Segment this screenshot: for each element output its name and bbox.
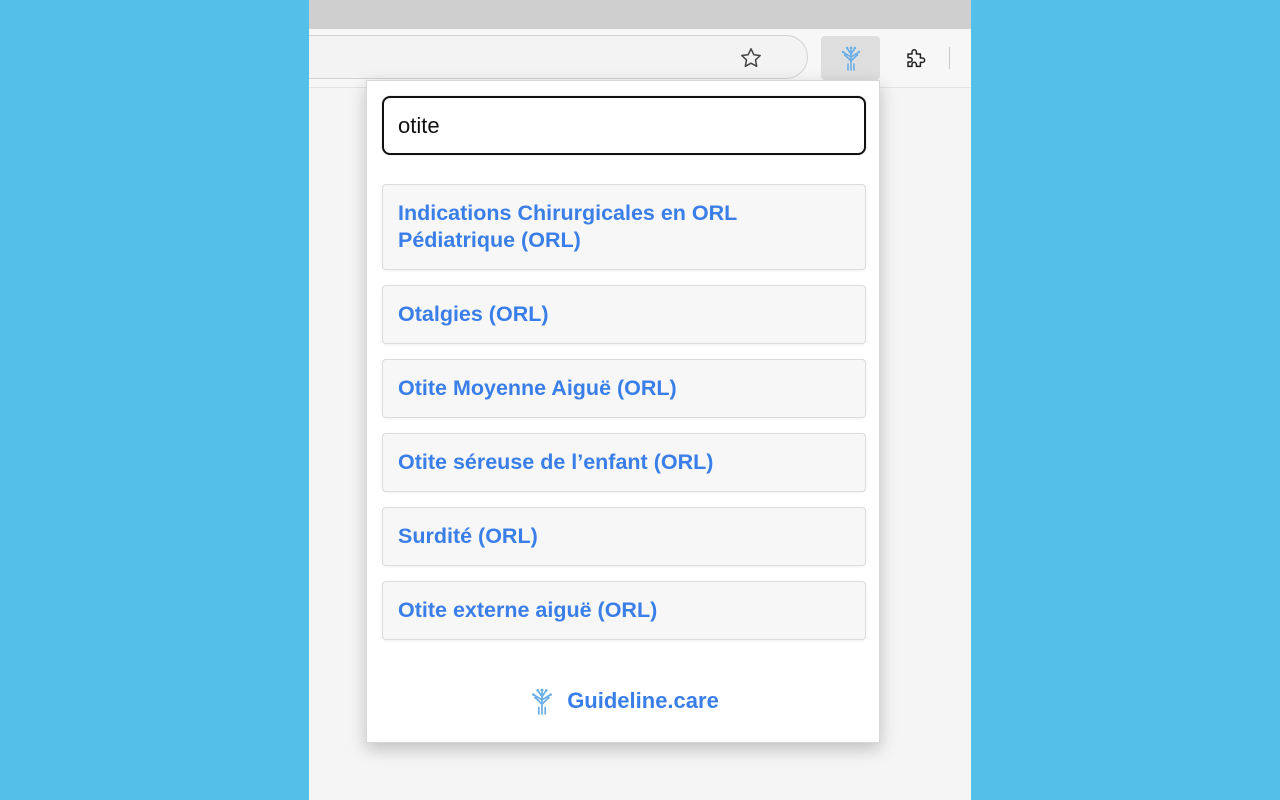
result-item[interactable]: Otite externe aiguë (ORL) [382,581,866,640]
result-item[interactable]: Otite Moyenne Aiguë (ORL) [382,359,866,418]
toolbar-divider [949,47,950,69]
result-label: Indications Chirurgicales en ORL Pédiatr… [398,201,737,252]
guideline-logo-icon [841,46,860,71]
result-item[interactable]: Surdité (ORL) [382,507,866,566]
guideline-extension-button[interactable] [821,36,880,80]
result-item[interactable]: Indications Chirurgicales en ORL Pédiatr… [382,184,866,270]
brand-name: Guideline.care [567,688,719,713]
star-icon[interactable] [738,45,764,71]
brand-footer[interactable]: Guideline.care [367,681,881,721]
tab-strip [309,0,971,29]
extension-popup: Indications Chirurgicales en ORL Pédiatr… [366,80,880,743]
result-item[interactable]: Otite séreuse de l’enfant (ORL) [382,433,866,492]
search-input[interactable] [382,96,866,155]
puzzle-icon[interactable] [903,45,929,71]
result-label: Otalgies (ORL) [398,302,549,326]
result-label: Otite externe aiguë (ORL) [398,598,658,622]
result-label: Otite séreuse de l’enfant (ORL) [398,450,714,474]
address-bar[interactable] [309,35,808,79]
result-label: Surdité (ORL) [398,524,538,548]
result-item[interactable]: Otalgies (ORL) [382,285,866,344]
result-label: Otite Moyenne Aiguë (ORL) [398,376,677,400]
guideline-logo-icon [532,688,553,715]
